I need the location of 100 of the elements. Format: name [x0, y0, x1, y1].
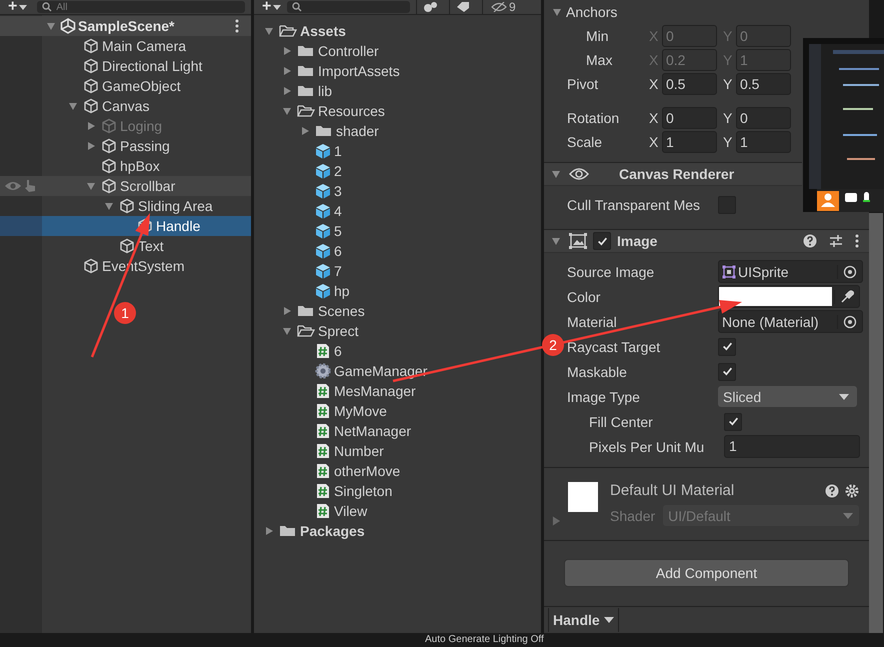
status-text: Auto Generate Lighting Off — [425, 634, 544, 646]
material-name: Default UI Material — [610, 482, 736, 499]
asset-item[interactable]: 6 — [254, 341, 541, 361]
enabled-checkbox[interactable] — [593, 232, 611, 250]
number-field[interactable]: 1 — [724, 435, 860, 458]
expanded-arrow-icon[interactable] — [282, 106, 292, 116]
help-icon[interactable] — [825, 484, 839, 498]
scene-header[interactable]: SampleScene* — [0, 16, 251, 36]
property-label: Source Image — [567, 264, 656, 280]
script-file-icon — [315, 383, 331, 399]
expanded-arrow-icon[interactable] — [552, 7, 562, 17]
cube-icon — [83, 58, 99, 74]
property-label: Fill Center — [589, 414, 654, 430]
asset-item[interactable]: Singleton — [254, 481, 541, 501]
asset-item[interactable]: 7 — [254, 261, 541, 281]
hierarchy-item[interactable]: Scrollbar — [0, 176, 251, 196]
folder-item[interactable]: Sprect — [254, 321, 541, 341]
asset-item[interactable]: MesManager — [254, 381, 541, 401]
hierarchy-item[interactable]: hpBox — [0, 156, 251, 176]
asset-item[interactable]: 6 — [254, 241, 541, 261]
collapsed-arrow-icon[interactable] — [552, 516, 561, 526]
pointer-hand-icon[interactable] — [24, 179, 36, 193]
object-tab[interactable]: Handle — [548, 608, 619, 632]
axis-label: X — [649, 110, 660, 126]
add-button[interactable]: + — [8, 0, 28, 14]
dropdown[interactable]: Sliced — [718, 386, 857, 407]
search-icon — [42, 2, 52, 12]
hierarchy-item[interactable]: Sliding Area — [0, 196, 251, 216]
checkbox[interactable] — [718, 338, 736, 356]
presets-icon[interactable] — [829, 234, 843, 248]
cube-icon — [101, 158, 117, 174]
number-field[interactable]: 0 — [736, 107, 791, 129]
asset-item[interactable]: MyMove — [254, 401, 541, 421]
checkbox[interactable] — [718, 362, 736, 380]
number-field[interactable]: 0 — [662, 107, 717, 129]
collapsed-arrow-icon[interactable] — [282, 306, 292, 316]
expanded-arrow-icon[interactable] — [282, 326, 292, 336]
hidden-eye-icon — [491, 2, 507, 12]
asset-item[interactable]: 4 — [254, 201, 541, 221]
asset-item[interactable]: 5 — [254, 221, 541, 241]
folder-item[interactable]: ImportAssets — [254, 61, 541, 81]
asset-item[interactable]: GameManager — [254, 361, 541, 381]
visibility-icon[interactable] — [4, 180, 22, 192]
hierarchy-item[interactable]: Passing — [0, 136, 251, 156]
expanded-arrow-icon[interactable] — [46, 21, 56, 31]
number-field[interactable]: 0.5 — [736, 73, 791, 95]
hierarchy-item[interactable]: Directional Light — [0, 56, 251, 76]
object-field[interactable]: UISprite — [718, 260, 863, 283]
help-icon[interactable] — [803, 234, 817, 248]
add-component-button[interactable]: Add Component — [564, 559, 849, 587]
hierarchy-item[interactable]: Text — [0, 236, 251, 256]
add-button[interactable]: + — [262, 0, 282, 14]
folder-icon — [297, 303, 315, 319]
asset-item[interactable]: 3 — [254, 181, 541, 201]
asset-item[interactable]: 1 — [254, 141, 541, 161]
color-swatch[interactable] — [719, 287, 832, 306]
script-file-icon — [315, 503, 331, 519]
folder-item[interactable]: Resources — [254, 101, 541, 121]
collapsed-arrow-icon[interactable] — [300, 126, 310, 136]
object-field[interactable]: None (Material) — [718, 310, 863, 333]
foldout-label[interactable]: Anchors — [564, 4, 648, 20]
checkbox[interactable] — [724, 412, 742, 430]
hierarchy-item[interactable]: Main Camera — [0, 36, 251, 56]
checkmark-icon — [722, 366, 732, 377]
expanded-arrow-icon[interactable] — [551, 169, 561, 179]
property-label: Material — [567, 314, 618, 330]
hierarchy-item[interactable]: Canvas — [0, 96, 251, 116]
number-field[interactable]: 1 — [736, 131, 791, 153]
number-field[interactable]: 1 — [662, 131, 717, 153]
cube-icon — [83, 258, 99, 274]
component-header[interactable]: Canvas Renderer — [544, 162, 802, 186]
asset-item[interactable]: Number — [254, 441, 541, 461]
asset-item[interactable]: 2 — [254, 161, 541, 181]
collapsed-arrow-icon[interactable] — [264, 526, 274, 536]
prefab-cube-icon — [315, 203, 331, 219]
sprite-icon — [722, 264, 736, 278]
asset-item[interactable]: otherMove — [254, 461, 541, 481]
hierarchy-item[interactable]: Handle — [0, 216, 251, 236]
expanded-arrow-icon[interactable] — [264, 26, 274, 36]
folder-item[interactable]: Scenes — [254, 301, 541, 321]
expanded-arrow-icon[interactable] — [68, 101, 78, 111]
folder-item[interactable]: Packages — [254, 521, 541, 541]
asset-item[interactable]: Vilew — [254, 501, 541, 521]
asset-item[interactable]: NetManager — [254, 421, 541, 441]
property-label: Color — [567, 288, 602, 304]
scrollbar[interactable] — [869, 213, 883, 633]
component-header[interactable]: Image — [544, 229, 869, 253]
hierarchy-item[interactable]: GameObject — [0, 76, 251, 96]
hidden-packages-button[interactable]: 9 — [482, 0, 524, 14]
folder-item[interactable]: Assets — [254, 21, 541, 41]
expanded-arrow-icon[interactable] — [551, 236, 561, 246]
search-field[interactable] — [287, 1, 410, 13]
folder-item[interactable]: shader — [254, 121, 541, 141]
folder-item[interactable]: lib — [254, 81, 541, 101]
more-options-icon[interactable] — [235, 19, 239, 33]
more-options-icon[interactable] — [855, 234, 859, 248]
settings-icon[interactable] — [845, 484, 859, 498]
folder-item[interactable]: Controller — [254, 41, 541, 61]
asset-item[interactable]: hp — [254, 281, 541, 301]
number-field[interactable]: 0.5 — [662, 73, 717, 95]
